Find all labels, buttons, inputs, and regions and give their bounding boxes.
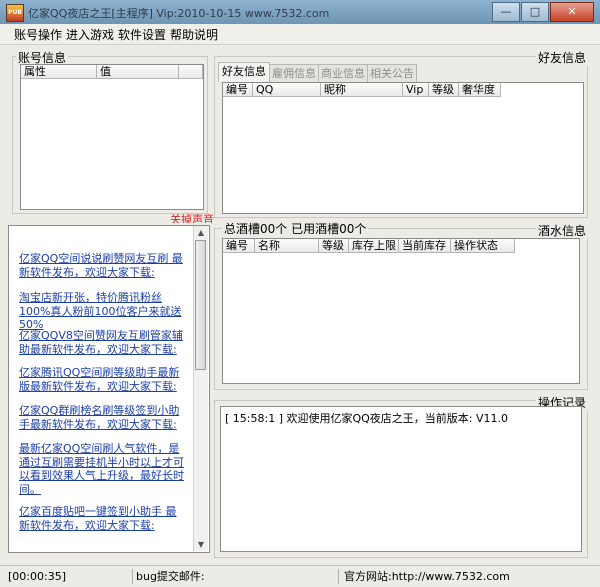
news-link[interactable]: 淘宝店新开张，特价腾讯粉丝100%真人粉前100位客户来就送50% [19, 291, 185, 332]
tab-announcements[interactable]: 相关公告 [367, 64, 417, 82]
news-link[interactable]: 亿家QQ空间说说刷赞网友互刷 最新软件发布，欢迎大家下载: [19, 252, 185, 279]
tab-business-info[interactable]: 商业信息 [318, 64, 368, 82]
maximize-button[interactable]: □ [521, 2, 549, 22]
col-friend-no[interactable]: 编号 [223, 83, 253, 97]
news-link[interactable]: 亿家QQV8空间赞网友互刷管家辅助最新软件发布，欢迎大家下载: [19, 329, 185, 356]
menu-account[interactable]: 账号操作 [14, 26, 62, 43]
tab-friend-info[interactable]: 好友信息 [218, 62, 270, 82]
col-drink-no[interactable]: 编号 [223, 239, 255, 253]
app-icon: PUB [6, 4, 24, 22]
window-title: 亿家QQ夜店之王[主程序] Vip:2010-10-15 www.7532.co… [28, 7, 330, 20]
news-link[interactable]: 亿家QQ群刷榜名刷等级签到小助手最新软件发布，欢迎大家下载: [19, 404, 185, 431]
news-link[interactable]: 亿家腾讯QQ空间刷等级助手最新版最新软件发布，欢迎大家下载: [19, 366, 185, 393]
scroll-thumb[interactable] [195, 240, 206, 370]
log-area[interactable]: [ 15:58:1 ] 欢迎使用亿家QQ夜店之王，当前版本: V11.0 [220, 406, 582, 552]
scroll-up-icon[interactable]: ▲ [194, 226, 208, 239]
minimize-button[interactable]: — [492, 2, 520, 22]
col-friend-nickname[interactable]: 昵称 [321, 83, 403, 97]
title-bar: PUB 亿家QQ夜店之王[主程序] Vip:2010-10-15 www.753… [0, 0, 600, 24]
col-drink-stock[interactable]: 当前库存 [399, 239, 451, 253]
news-link[interactable]: 最新亿家QQ空间刷人气软件，是通过互刷需要挂机半小时以上才可以看到效果人气上升级… [19, 442, 185, 496]
status-timer: [00:00:35] [8, 569, 133, 584]
menu-bar: 账号操作 进入游戏 软件设置 帮助说明 [0, 24, 600, 45]
status-bug-email: bug提交邮件: [136, 569, 339, 584]
menu-settings[interactable]: 软件设置 [118, 26, 166, 43]
col-friend-luxury[interactable]: 奢华度 [459, 83, 501, 97]
col-friend-vip[interactable]: Vip [403, 83, 429, 97]
scroll-down-icon[interactable]: ▼ [194, 538, 208, 551]
news-link[interactable]: 亿家百度贴吧一键签到小助手 最新软件发布，欢迎大家下载: [19, 505, 185, 532]
drinks-info-label: 酒水信息 [536, 222, 589, 239]
col-drink-name[interactable]: 名称 [255, 239, 319, 253]
menu-enter-game[interactable]: 进入游戏 [66, 26, 114, 43]
log-line: [ 15:58:1 ] 欢迎使用亿家QQ夜店之王，当前版本: V11.0 [225, 412, 509, 425]
drinks-list[interactable]: 编号 名称 等级 库存上限 当前库存 操作状态 [222, 238, 580, 384]
tab-employment-info[interactable]: 雇佣信息 [269, 64, 319, 82]
news-scrollbar[interactable]: ▲ ▼ [193, 226, 208, 551]
col-value[interactable]: 值 [97, 65, 179, 79]
col-drink-cap[interactable]: 库存上限 [349, 239, 399, 253]
mute-sound-link[interactable]: 关掉声音 [170, 214, 214, 223]
col-friend-level[interactable]: 等级 [429, 83, 459, 97]
friend-info-label: 好友信息 [536, 49, 589, 66]
col-spacer [179, 65, 203, 79]
menu-help[interactable]: 帮助说明 [170, 26, 218, 43]
status-bar: [00:00:35] bug提交邮件: 官方网站:http://www.7532… [0, 565, 600, 587]
friend-list[interactable]: 编号 QQ 昵称 Vip 等级 奢华度 [222, 82, 584, 214]
col-drink-level[interactable]: 等级 [319, 239, 349, 253]
account-info-list[interactable]: 属性 值 [20, 64, 204, 210]
col-drink-status[interactable]: 操作状态 [451, 239, 515, 253]
news-panel: 亿家QQ空间说说刷赞网友互刷 最新软件发布，欢迎大家下载: 淘宝店新开张，特价腾… [8, 225, 210, 553]
status-site[interactable]: 官方网站:http://www.7532.com [344, 569, 590, 584]
drinks-summary: 总酒槽00个 已用酒槽00个 [222, 220, 369, 237]
col-friend-qq[interactable]: QQ [253, 83, 321, 97]
col-attribute[interactable]: 属性 [21, 65, 97, 79]
close-button[interactable]: ✕ [550, 2, 594, 22]
